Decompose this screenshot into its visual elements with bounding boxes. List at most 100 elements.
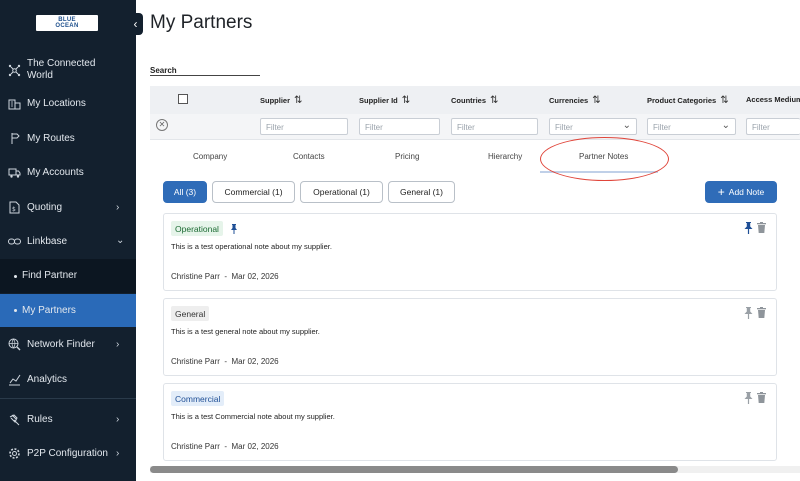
trash-icon[interactable] [757,222,766,233]
sidebar-item-label: My Accounts [27,167,84,178]
sidebar-item-label: My Routes [27,133,75,144]
add-note-label: Add Note [728,187,765,197]
bullet-icon [14,274,17,278]
sidebar-item-connected-world[interactable]: The Connected World [0,56,136,84]
chevron-right-icon: › [116,414,120,425]
page-title: My Partners [150,12,253,33]
meta-separator: - [224,272,228,281]
pin-icon[interactable] [744,222,753,234]
sidebar-item-label: P2P Configuration [27,448,108,459]
sidebar-item-label: Linkbase [27,236,68,247]
filter-chip-operational[interactable]: Operational (1) [300,181,383,203]
sidebar-item-label: Analytics [27,374,68,385]
column-header-currencies[interactable]: Currencies ⇅ [549,95,601,106]
column-label: Supplier Id [359,96,398,105]
meta-separator: - [224,357,228,366]
annotation-highlight-circle [540,137,669,181]
sidebar-item-quoting[interactable]: $ Quoting › [0,196,136,220]
sidebar-item-label: Network Finder [27,339,95,350]
svg-text:$: $ [12,206,16,213]
document-icon: $ [9,201,20,214]
note-date: Mar 02, 2026 [231,272,279,281]
sidebar-item-my-locations[interactable]: My Locations [0,92,136,116]
search-input-underline [150,75,260,76]
plus-icon: + [717,185,725,199]
column-header-access-medium[interactable]: Access Medium [746,95,800,104]
note-card: Commercial This is a test Commercial not… [163,383,777,461]
pin-icon[interactable] [744,392,753,404]
filter-placeholder: Filter [555,123,573,132]
chart-icon [9,374,21,386]
sort-icon[interactable]: ⇅ [294,95,302,106]
chevron-right-icon: › [116,448,120,459]
column-header-countries[interactable]: Countries ⇅ [451,95,498,106]
collapse-sidebar-button[interactable]: ‹ [128,13,143,35]
tab-hierarchy[interactable]: Hierarchy [488,152,522,161]
building-icon [8,99,21,110]
note-type-badge: Operational [171,221,223,236]
note-meta: Christine Parr - Mar 02, 2026 [171,357,279,366]
note-date: Mar 02, 2026 [231,442,279,451]
trash-icon[interactable] [757,307,766,318]
note-type-badge: General [171,306,210,321]
bullet-icon [14,309,17,312]
sidebar-item-find-partner[interactable]: Find Partner [0,259,136,293]
note-author: Christine Parr [171,272,220,281]
filter-countries[interactable]: Filter [451,118,538,135]
filter-chip-all[interactable]: All (3) [163,181,207,203]
filter-product-categories[interactable]: Filter ⌄ [647,118,736,135]
horizontal-scrollbar-thumb[interactable] [150,466,678,473]
filter-supplier[interactable]: Filter [260,118,348,135]
filter-access-medium[interactable]: Filter [746,118,800,135]
select-all-checkbox[interactable] [178,94,188,104]
sort-icon[interactable]: ⇅ [592,95,600,106]
tab-pricing[interactable]: Pricing [395,152,419,161]
sidebar-item-p2p-configuration[interactable]: P2P Configuration › [0,442,136,466]
pin-icon[interactable] [744,307,753,319]
sort-icon[interactable]: ⇅ [402,95,410,106]
sidebar-item-my-accounts[interactable]: My Accounts [0,161,136,185]
column-label: Product Categories [647,96,717,105]
tab-contacts[interactable]: Contacts [293,152,325,161]
app-root: BLUE OCEAN The Connected World My Locatio… [0,0,800,481]
column-label: Supplier [260,96,291,105]
filter-chip-general[interactable]: General (1) [388,181,455,203]
column-header-supplier[interactable]: Supplier ⇅ [260,95,302,106]
sidebar-item-label: Rules [27,414,53,425]
note-text: This is a test general note about my sup… [171,327,320,336]
tab-company[interactable]: Company [193,152,227,161]
link-icon [8,238,21,245]
sidebar-item-my-partners[interactable]: My Partners [0,294,136,327]
column-label: Access Medium [746,95,800,104]
trash-icon[interactable] [757,392,766,403]
filter-currencies[interactable]: Filter ⌄ [549,118,637,135]
search-input[interactable]: Search [150,66,177,75]
filter-chip-commercial[interactable]: Commercial (1) [212,181,295,203]
note-date: Mar 02, 2026 [231,357,279,366]
note-type-badge: Commercial [171,391,225,406]
chevron-right-icon: › [116,339,120,350]
column-label: Countries [451,96,487,105]
sort-icon[interactable]: ⇅ [720,95,728,106]
sidebar-item-network-finder[interactable]: Network Finder › [0,333,136,357]
gear-icon [9,448,20,459]
column-header-supplier-id[interactable]: Supplier Id ⇅ [359,95,410,106]
logo[interactable]: BLUE OCEAN [36,15,98,31]
label-line2: World [27,70,53,81]
sidebar-item-label: Quoting [27,202,63,213]
route-icon [11,133,20,144]
column-label: Currencies [549,96,589,105]
note-meta: Christine Parr - Mar 02, 2026 [171,442,279,451]
sidebar-item-linkbase[interactable]: Linkbase ⌄ [0,230,136,254]
chevron-down-icon: ⌄ [116,235,125,246]
sort-icon[interactable]: ⇅ [490,95,498,106]
note-text: This is a test operational note about my… [171,242,332,251]
add-note-button[interactable]: + Add Note [705,181,777,203]
sidebar-item-my-routes[interactable]: My Routes [0,127,136,151]
sidebar-item-analytics[interactable]: Analytics [0,368,136,392]
clear-filters-icon[interactable]: ✕ [156,119,168,131]
filter-supplier-id[interactable]: Filter [359,118,440,135]
sidebar-item-rules[interactable]: Rules › [0,408,136,432]
note-author: Christine Parr [171,442,220,451]
column-header-product-categories[interactable]: Product Categories ⇅ [647,95,729,106]
